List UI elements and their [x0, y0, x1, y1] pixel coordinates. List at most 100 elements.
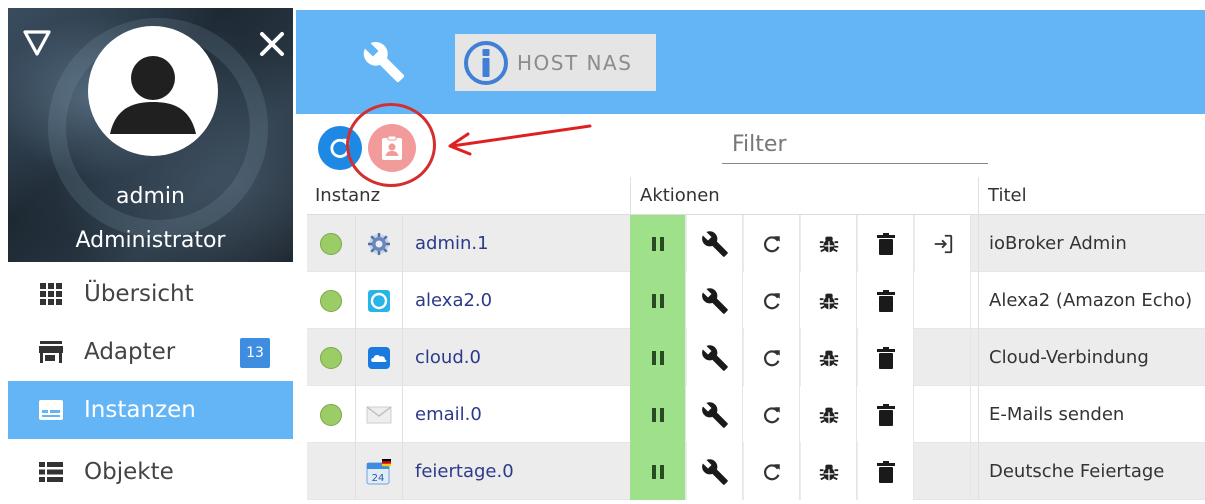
settings-button[interactable] — [687, 329, 743, 386]
envelope-icon — [355, 386, 403, 443]
sidebar-item-adapter[interactable]: Adapter 13 — [8, 323, 293, 381]
delete-button[interactable] — [858, 215, 914, 272]
restart-icon — [761, 404, 783, 426]
delete-button[interactable] — [858, 386, 914, 443]
sidebar-item-label: Instanzen — [84, 397, 196, 423]
restart-icon — [761, 233, 783, 255]
instance-name[interactable]: email.0 — [415, 386, 630, 443]
sidebar-item-objects[interactable]: Objekte — [8, 443, 293, 501]
settings-button[interactable] — [687, 215, 743, 272]
sidebar-item-label: Übersicht — [84, 281, 194, 307]
calendar-icon: 24 — [355, 443, 403, 500]
status-cell — [307, 272, 354, 329]
user-avatar-icon — [110, 56, 196, 134]
iobroker-logo-icon — [464, 40, 508, 85]
host-selector[interactable]: HOST NAS — [455, 34, 656, 91]
settings-button[interactable] — [687, 272, 743, 329]
pause-button[interactable] — [630, 272, 686, 329]
host-name: HOST NAS — [517, 50, 633, 75]
bug-icon — [818, 290, 840, 312]
status-indicator — [319, 346, 342, 369]
pause-button[interactable] — [630, 443, 686, 500]
restart-button[interactable] — [744, 386, 800, 443]
instance-title: Cloud-Verbindung — [978, 329, 1205, 386]
close-icon[interactable] — [254, 26, 290, 62]
debug-button[interactable] — [801, 272, 857, 329]
header-divider — [978, 177, 979, 215]
table-row[interactable]: email.0 E-Mails senden — [307, 386, 1205, 443]
top-app-bar: HOST NAS — [296, 10, 1205, 114]
gear-icon — [355, 215, 403, 272]
table-row[interactable]: cloud.0 Cloud-Verbindung — [307, 329, 1205, 386]
delete-button[interactable] — [858, 329, 914, 386]
wrench-icon[interactable] — [362, 40, 406, 84]
sidebar-item-instances[interactable]: Instanzen — [8, 381, 293, 439]
restart-button[interactable] — [744, 215, 800, 272]
instance-title: ioBroker Admin — [978, 215, 1205, 272]
annotation-highlight-circle — [346, 103, 436, 187]
list-icon — [38, 459, 64, 485]
table-row[interactable]: alexa2.0 Alexa2 (Amazon Echo) — [307, 272, 1205, 329]
grid-icon — [38, 281, 64, 307]
login-icon — [932, 233, 954, 255]
empty-action-cell — [915, 329, 971, 386]
trash-icon — [876, 289, 896, 312]
menu-toggle-icon[interactable] — [22, 28, 52, 58]
restart-button[interactable] — [744, 272, 800, 329]
pause-button[interactable] — [630, 386, 686, 443]
pause-icon — [650, 235, 666, 253]
wrench-icon — [701, 344, 729, 372]
debug-button[interactable] — [801, 215, 857, 272]
pause-button[interactable] — [630, 329, 686, 386]
header-title: Titel — [988, 185, 1027, 206]
debug-button[interactable] — [801, 329, 857, 386]
delete-button[interactable] — [858, 443, 914, 500]
trash-icon — [876, 460, 896, 483]
cloud-icon — [355, 329, 403, 386]
trash-icon — [876, 403, 896, 426]
card-icon — [38, 397, 64, 423]
instance-name[interactable]: cloud.0 — [415, 329, 630, 386]
header-actions: Aktionen — [640, 185, 720, 206]
status-cell — [307, 443, 354, 500]
user-role: Administrator — [75, 228, 226, 253]
sidebar-item-overview[interactable]: Übersicht — [8, 265, 293, 323]
restart-icon — [761, 347, 783, 369]
debug-button[interactable] — [801, 443, 857, 500]
instance-title: Alexa2 (Amazon Echo) — [978, 272, 1205, 329]
bug-icon — [818, 404, 840, 426]
status-cell — [307, 386, 354, 443]
bug-icon — [818, 347, 840, 369]
empty-action-cell — [915, 443, 971, 500]
trash-icon — [876, 346, 896, 369]
user-name: admin — [116, 184, 185, 209]
avatar — [88, 26, 218, 156]
table-row[interactable]: admin.1 ioBroker Admin — [307, 215, 1205, 272]
restart-button[interactable] — [744, 443, 800, 500]
pause-icon — [650, 406, 666, 424]
delete-button[interactable] — [858, 272, 914, 329]
table-row[interactable]: 24 feiertage.0 Deutsche Feiertage — [307, 443, 1205, 500]
filter-input[interactable] — [722, 126, 988, 164]
wrench-icon — [701, 287, 729, 315]
calendar-day-text: 24 — [372, 473, 385, 484]
restart-button[interactable] — [744, 329, 800, 386]
instance-name[interactable]: feiertage.0 — [415, 443, 630, 500]
settings-button[interactable] — [687, 386, 743, 443]
bug-icon — [818, 233, 840, 255]
wrench-icon — [701, 401, 729, 429]
open-web-button[interactable] — [915, 215, 971, 272]
pause-button[interactable] — [630, 215, 686, 272]
settings-button[interactable] — [687, 443, 743, 500]
debug-button[interactable] — [801, 386, 857, 443]
status-cell — [307, 329, 354, 386]
instance-title: Deutsche Feiertage — [978, 443, 1205, 500]
wrench-icon — [701, 230, 729, 258]
instance-name[interactable]: alexa2.0 — [415, 272, 630, 329]
instance-name[interactable]: admin.1 — [415, 215, 630, 272]
status-indicator — [319, 289, 342, 312]
pause-icon — [650, 463, 666, 481]
sidebar-item-label: Adapter — [84, 339, 176, 365]
annotation-arrow-icon — [448, 124, 592, 156]
header-instance: Instanz — [315, 185, 381, 206]
